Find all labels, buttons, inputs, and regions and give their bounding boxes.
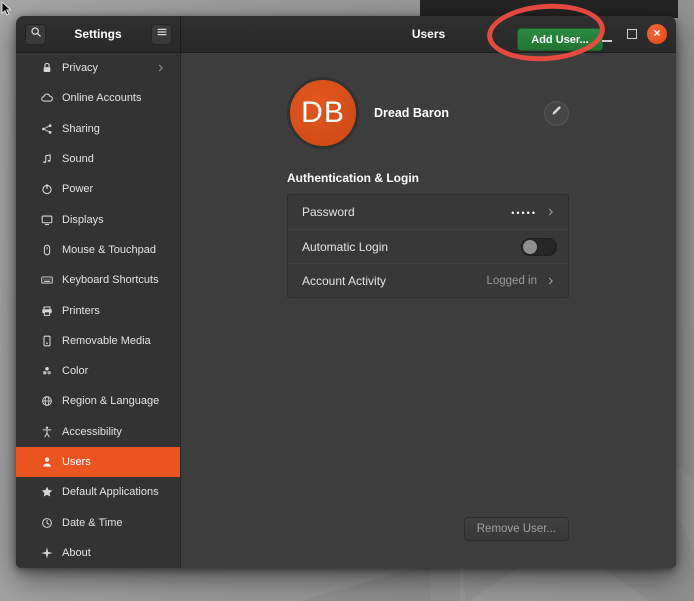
account-activity-row[interactable]: Account Activity Logged in [288,263,568,297]
sidebar-item-label: Date & Time [62,517,123,529]
users-panel: DB Dread Baron Authentication & Login Pa… [181,53,676,568]
color-icon [40,364,54,378]
sidebar-item-keyboard-shortcuts[interactable]: Keyboard Shortcuts [16,265,180,295]
close-icon: × [653,26,660,40]
cloud-icon [40,91,54,105]
sound-icon [40,152,54,166]
row-value-group [521,238,557,256]
accessibility-icon [40,425,54,439]
auth-section-title: Authentication & Login [287,171,569,185]
password-row[interactable]: Password ••••• [288,195,568,229]
sidebar-item-label: Region & Language [62,395,159,407]
sidebar-item-sound[interactable]: Sound [16,144,180,174]
sidebar-item-region-language[interactable]: Region & Language [16,386,180,416]
content-column: DB Dread Baron Authentication & Login Pa… [287,53,569,298]
sidebar-item-label: Removable Media [62,335,151,347]
sidebar-item-label: Accessibility [62,426,122,438]
sidebar: Privacy Online Accounts Sharing Sound Power D… [16,53,181,568]
sidebar-item-label: Color [62,365,88,377]
sidebar-item-date-time[interactable]: Date & Time [16,507,180,537]
headerbar-main-section: Users Add User... × [181,16,676,52]
add-user-button[interactable]: Add User... [517,28,603,51]
toggle-knob [523,240,537,254]
sidebar-item-label: Printers [62,305,100,317]
sidebar-item-users[interactable]: Users [16,447,180,477]
sidebar-item-label: Mouse & Touchpad [62,244,156,256]
chevron-right-icon [545,206,557,218]
star-icon [40,485,54,499]
sidebar-item-label: Power [62,183,93,195]
automatic-login-toggle[interactable] [521,238,557,256]
sidebar-item-label: Sharing [62,123,100,135]
power-icon [40,182,54,196]
sidebar-item-accessibility[interactable]: Accessibility [16,417,180,447]
media-icon [40,334,54,348]
search-button[interactable] [25,24,46,45]
row-value-group: Logged in [486,275,557,287]
sidebar-item-label: Sound [62,153,94,165]
minimize-button[interactable] [602,40,612,42]
sidebar-item-label: Online Accounts [62,92,142,104]
settings-window: Settings Users Add User... × Privacy Onli… [16,16,676,568]
pencil-icon [550,104,563,122]
remove-user-button[interactable]: Remove User... [464,517,569,541]
person-icon [40,455,54,469]
printer-icon [40,304,54,318]
hamburger-menu-icon [155,25,169,44]
sidebar-item-label: Users [62,456,91,468]
maximize-button[interactable] [627,29,637,39]
row-value-group: ••••• [511,206,557,218]
sidebar-item-default-applications[interactable]: Default Applications [16,477,180,507]
sidebar-item-label: Privacy [62,62,98,74]
sidebar-item-power[interactable]: Power [16,174,180,204]
close-button[interactable]: × [647,24,667,44]
sidebar-item-mouse-touchpad[interactable]: Mouse & Touchpad [16,235,180,265]
sidebar-item-printers[interactable]: Printers [16,295,180,325]
display-icon [40,213,54,227]
sidebar-item-label: About [62,547,91,559]
sidebar-item-online-accounts[interactable]: Online Accounts [16,83,180,113]
mouse-icon [40,243,54,257]
keyboard-icon [40,273,54,287]
headerbar[interactable]: Settings Users Add User... × [16,16,676,53]
window-body: Privacy Online Accounts Sharing Sound Power D… [16,53,676,568]
automatic-login-row[interactable]: Automatic Login [288,229,568,263]
user-header: DB Dread Baron [287,77,569,149]
row-label: Password [302,205,355,219]
menu-button[interactable] [151,24,172,45]
sidebar-item-label: Default Applications [62,486,159,498]
password-dots: ••••• [511,208,537,218]
sidebar-item-removable-media[interactable]: Removable Media [16,326,180,356]
sidebar-item-label: Displays [62,214,104,226]
sidebar-item-displays[interactable]: Displays [16,204,180,234]
sidebar-item-label: Keyboard Shortcuts [62,274,159,286]
auth-card: Password ••••• Automatic Login Account Acti… [287,194,569,298]
chevron-right-icon [155,62,167,74]
row-value: Logged in [486,275,537,287]
edit-name-button[interactable] [544,101,569,126]
avatar[interactable]: DB [287,77,359,149]
sidebar-item-privacy[interactable]: Privacy [16,53,180,83]
sidebar-item-about[interactable]: About [16,538,180,568]
clock-icon [40,516,54,530]
chevron-right-icon [545,275,557,287]
user-name: Dread Baron [374,106,449,120]
lock-icon [40,61,54,75]
row-label: Account Activity [302,274,386,288]
globe-icon [40,394,54,408]
headerbar-sidebar-section: Settings [16,16,181,52]
sidebar-item-color[interactable]: Color [16,356,180,386]
row-label: Automatic Login [302,240,388,254]
sparkle-icon [40,546,54,560]
sidebar-item-sharing[interactable]: Sharing [16,114,180,144]
search-icon [29,25,43,44]
share-icon [40,122,54,136]
